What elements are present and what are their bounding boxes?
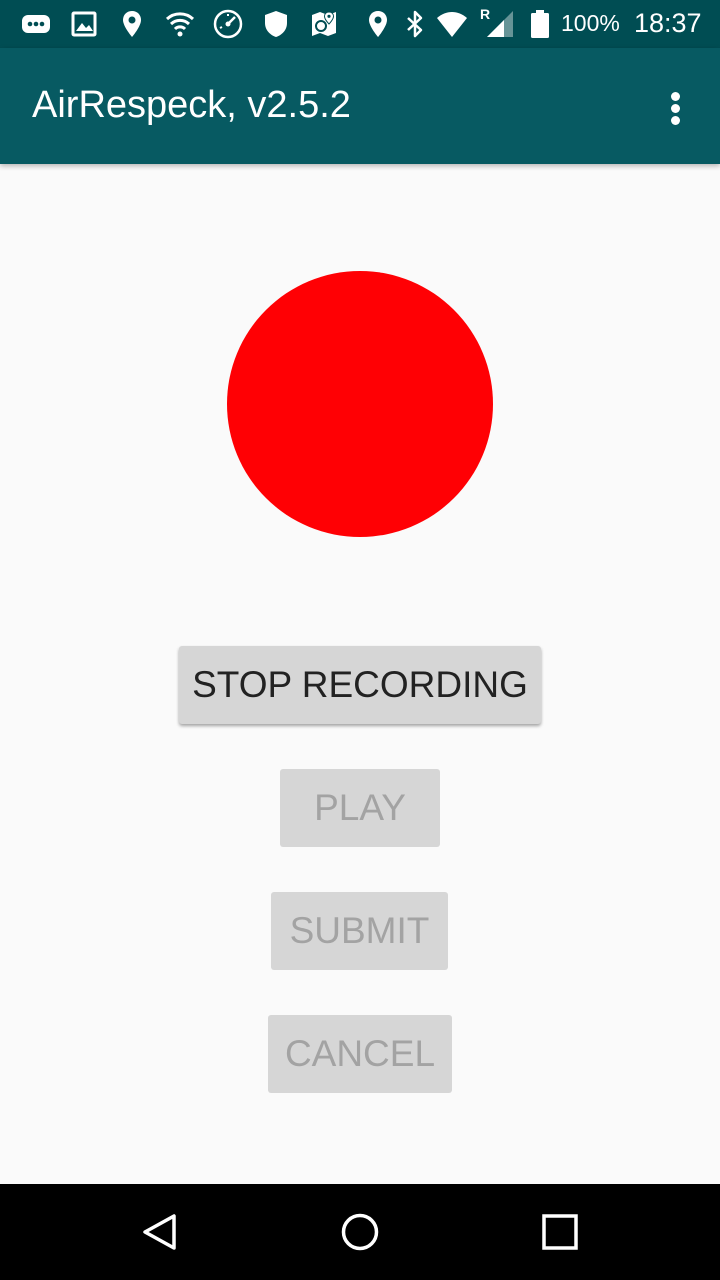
play-button[interactable]: PLAY bbox=[280, 769, 440, 847]
navigation-bar bbox=[0, 1184, 720, 1280]
recording-indicator bbox=[227, 271, 493, 537]
location-icon bbox=[123, 11, 141, 37]
bluetooth-icon bbox=[407, 10, 423, 38]
home-button[interactable] bbox=[300, 1184, 420, 1280]
maps-icon bbox=[312, 11, 336, 36]
more-options-button[interactable] bbox=[652, 82, 700, 134]
location-icon bbox=[369, 11, 387, 37]
shield-icon bbox=[265, 11, 287, 37]
home-icon bbox=[341, 1213, 379, 1251]
submit-button[interactable]: SUBMIT bbox=[271, 892, 448, 970]
recents-icon bbox=[542, 1214, 578, 1250]
stop-recording-button[interactable]: STOP RECORDING bbox=[179, 646, 541, 724]
status-bar: R 100% 18:37 bbox=[0, 0, 720, 48]
back-button[interactable] bbox=[100, 1184, 220, 1280]
more-notifications-icon bbox=[22, 15, 50, 33]
app-bar: AirRespeck, v2.5.2 bbox=[0, 48, 720, 164]
wifi-signal-icon bbox=[437, 12, 467, 37]
wifi-icon bbox=[165, 12, 195, 37]
cancel-button[interactable]: CANCEL bbox=[268, 1015, 452, 1093]
app-title: AirRespeck, v2.5.2 bbox=[32, 84, 351, 126]
back-icon bbox=[143, 1214, 176, 1250]
image-icon bbox=[71, 11, 97, 37]
battery-icon bbox=[531, 10, 549, 38]
clock-time: 18:37 bbox=[634, 8, 702, 38]
recents-button[interactable] bbox=[500, 1184, 620, 1280]
cell-signal-icon bbox=[487, 11, 513, 37]
battery-percent: 100% bbox=[561, 10, 620, 36]
speedometer-icon bbox=[213, 9, 243, 39]
